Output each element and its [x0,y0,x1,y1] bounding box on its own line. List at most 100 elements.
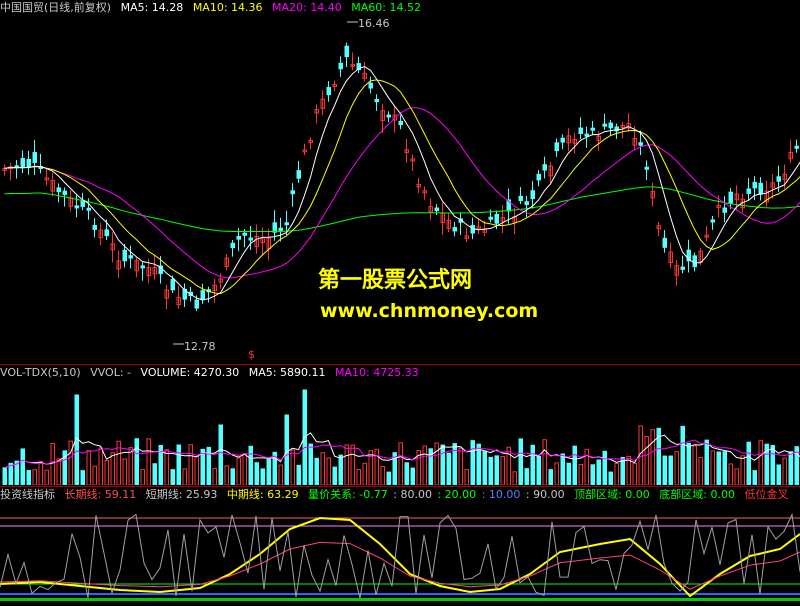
volume-panel-header: VOL-TDX(5,10) VVOL: - VOLUME: 4270.30 MA… [0,365,800,381]
volume-bar [674,451,679,485]
low-price-label: 12.78 [184,340,216,353]
candle-body [434,207,439,212]
volume-bar [200,448,205,485]
volume-bar [98,447,103,485]
volume-bar [56,458,61,485]
candle-body [368,82,373,89]
candle-body [236,235,241,240]
volume-bar [314,457,319,485]
candle-body [386,114,391,118]
mid-line-value: 中期线: 63.29 [226,488,299,501]
volume-bar [650,429,655,485]
volume-bar [212,467,217,485]
volume-bar [692,445,697,485]
volume-bar [182,468,187,485]
volume-bar [326,457,331,485]
volume-bar [518,438,523,485]
volume-bar [398,442,403,485]
candle-body [710,219,715,223]
volume-bar [266,458,271,485]
candle-body [524,201,529,206]
candle-body [56,187,61,193]
candle-body [296,170,301,179]
ma10-value: MA10: 14.36 [192,1,263,14]
volume-bar [164,449,169,485]
volume-bar [278,464,283,485]
candle-body [680,266,685,270]
volume-bar [224,465,229,485]
ma60-value: MA60: 14.52 [351,1,421,14]
candle-body [194,299,199,309]
volume-bar [290,449,295,485]
volume-bar [140,469,145,485]
volume-chart[interactable] [0,381,800,485]
volume-bar [92,465,97,485]
volume-bar [446,452,451,485]
volume-bar [704,439,709,485]
volume-bar [230,468,235,485]
vp-relation-value: 量价关系: -0.77 [308,488,388,501]
volume-bar [308,443,313,485]
candle-body [554,142,559,152]
candle-body [248,237,253,241]
candle-body [752,181,757,189]
candle-body [776,176,781,182]
volume-bar [668,455,673,485]
volume-bar [752,470,757,485]
candle-body [128,255,133,259]
volume-bar [374,448,379,485]
volume-bar [410,467,415,485]
volume-bar [632,462,637,485]
candle-body [242,232,247,236]
indicator-name[interactable]: 投资线指标 [0,488,55,501]
volume-bar [350,444,355,485]
volume-bar [482,450,487,485]
volume-bar [488,456,493,485]
volume-bar [380,466,385,485]
candle-body [62,190,67,195]
candle-body [638,142,643,146]
volume-bar [170,469,175,485]
volume-bar [536,456,541,485]
volume-bar [464,469,469,485]
candle-body [74,205,79,209]
candle-body [278,227,283,232]
volume-bar [320,452,325,485]
volume-bar [500,456,505,485]
volume-bar [788,451,793,485]
vvol-value: VVOL: - [90,366,132,379]
volume-bar [530,444,535,485]
volume-bar [422,445,427,485]
volume-bar [218,424,223,485]
volume-bar [134,438,139,485]
volume-bar [260,468,265,485]
volume-bar [662,455,667,485]
candle-body [326,87,331,96]
volume-bar [782,457,787,485]
volume-bar [80,470,85,485]
volume-indicator-name[interactable]: VOL-TDX(5,10) [0,366,81,379]
candle-body [608,122,613,129]
volume-bar [26,470,31,485]
vol-ma10-value: MA10: 4725.33 [335,366,419,379]
volume-bar [128,447,133,485]
candle-body [32,152,37,163]
volume-bar [68,440,73,485]
volume-bar [8,462,13,485]
candle-body [140,265,145,269]
volume-bar [38,461,43,485]
vol-ma5-value: MA5: 5890.11 [248,366,326,379]
candle-body [398,120,403,126]
marker-symbol: $ [248,348,255,361]
short-line-value: 短期线: 25.93 [145,488,218,501]
stock-title[interactable]: 中国国贸(日线,前复权) [0,1,111,14]
candle-body [494,213,499,224]
candle-body [692,255,697,268]
stock-chart-window: 中国国贸(日线,前复权) MA5: 14.28 MA10: 14.36 MA20… [0,0,800,606]
volume-bar [728,463,733,485]
volume-bar [452,443,457,485]
candle-body [272,222,277,233]
ma5-value: MA5: 14.28 [120,1,184,14]
indicator-chart[interactable] [0,504,800,606]
volume-bar [104,460,109,485]
